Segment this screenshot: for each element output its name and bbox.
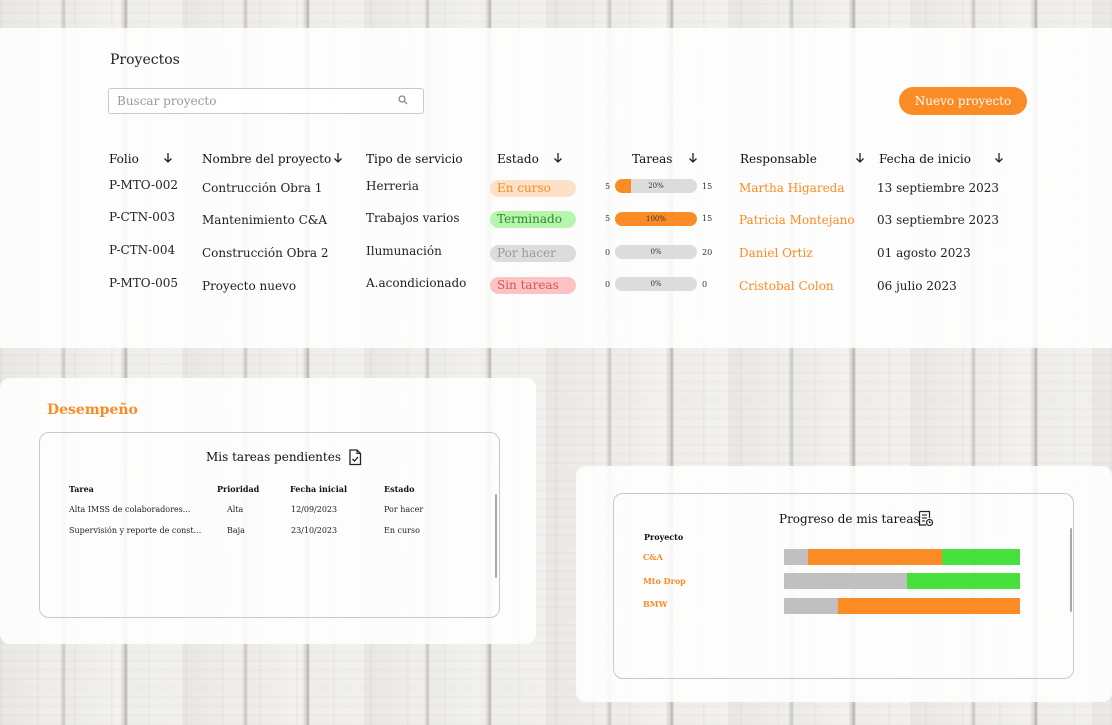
table-cell-name[interactable]: Proyecto nuevo (202, 279, 296, 293)
progress-percent: 100% (645, 215, 666, 223)
pending-header-date: Fecha inicial (290, 484, 348, 494)
tasks-total-count: 15 (702, 182, 713, 191)
table-cell-type: Herreria (366, 179, 419, 193)
progress-stacked-bar (784, 598, 1020, 614)
search-box[interactable] (108, 88, 424, 114)
table-cell-folio[interactable]: P-MTO-005 (109, 276, 178, 290)
segment-done (906, 573, 1020, 589)
task-progress-bar: 100% (615, 212, 697, 226)
progress-project-label[interactable]: Mto Drop (643, 576, 686, 586)
table-cell-type: Ilumunación (366, 244, 442, 258)
pending-task-priority: Baja (227, 526, 245, 535)
pending-task-date: 23/10/2023 (291, 526, 338, 535)
table-cell-name[interactable]: Construcción Obra 2 (202, 246, 329, 260)
header-start-date[interactable]: Fecha de inicio (879, 152, 971, 166)
sort-arrow-down-icon[interactable] (855, 152, 865, 164)
table-cell-name[interactable]: Contrucción Obra 1 (202, 181, 322, 195)
segment-pending (784, 573, 907, 589)
table-cell-start-date: 01 agosto 2023 (877, 246, 971, 260)
header-tasks[interactable]: Tareas (632, 152, 672, 166)
progress-stacked-bar (784, 549, 1020, 565)
performance-title: Desempeño (47, 402, 138, 418)
table-cell-folio[interactable]: P-CTN-004 (109, 243, 175, 257)
table-cell-name[interactable]: Mantenimiento C&A (202, 213, 327, 227)
pending-task-date: 12/09/2023 (291, 505, 338, 514)
header-status[interactable]: Estado (497, 152, 539, 166)
progress-percent: 20% (648, 182, 664, 190)
header-owner[interactable]: Responsable (740, 152, 817, 166)
status-badge: En curso (490, 180, 576, 197)
sort-arrow-down-icon[interactable] (333, 152, 343, 164)
header-type[interactable]: Tipo de servicio (366, 152, 463, 166)
status-badge: Por hacer (490, 245, 576, 262)
sort-arrow-down-icon[interactable] (163, 152, 173, 164)
pending-task-name[interactable]: Alta IMSS de colaboradores... (69, 505, 190, 514)
owner-link[interactable]: Martha Higareda (739, 181, 845, 195)
sort-arrow-down-icon[interactable] (688, 152, 698, 164)
status-badge: Terminado (490, 211, 576, 228)
page-title: Proyectos (110, 52, 180, 68)
segment-in-progress (807, 549, 943, 565)
pending-tasks-title: Mis tareas pendientes (206, 450, 341, 464)
tasks-total-count: 15 (702, 214, 713, 223)
pending-scrollbar[interactable] (495, 494, 497, 578)
pending-task-status: En curso (384, 526, 420, 535)
sort-arrow-down-icon[interactable] (994, 152, 1004, 164)
task-list-icon[interactable] (918, 510, 934, 527)
segment-pending (784, 598, 839, 614)
search-icon[interactable] (397, 94, 409, 106)
tasks-total-count: 20 (702, 248, 713, 257)
table-cell-start-date: 13 septiembre 2023 (877, 181, 1000, 195)
table-cell-type: Trabajos varios (366, 211, 460, 225)
header-name[interactable]: Nombre del proyecto (202, 152, 331, 166)
tasks-done-count: 0 (605, 248, 611, 257)
header-folio[interactable]: Folio (109, 152, 139, 166)
document-check-icon[interactable] (348, 449, 362, 466)
tasks-done-count: 5 (605, 214, 611, 223)
table-cell-folio[interactable]: P-MTO-002 (109, 178, 178, 192)
status-badge: Sin tareas (490, 277, 576, 294)
progress-project-label[interactable]: C&A (643, 552, 663, 562)
segment-in-progress (838, 598, 1020, 614)
pending-task-priority: Alta (227, 505, 244, 514)
new-project-button[interactable]: Nuevo proyecto (899, 87, 1027, 115)
progress-percent: 0% (650, 248, 662, 256)
tasks-done-count: 5 (605, 182, 611, 191)
table-cell-type: A.acondicionado (366, 276, 467, 290)
tasks-total-count: 0 (702, 280, 708, 289)
table-cell-start-date: 06 julio 2023 (877, 279, 957, 293)
search-input[interactable] (109, 89, 395, 113)
pending-header-priority: Prioridad (217, 484, 260, 494)
progress-header-project: Proyecto (644, 532, 684, 542)
task-progress-bar: 0% (615, 277, 697, 291)
table-cell-start-date: 03 septiembre 2023 (877, 213, 1000, 227)
segment-done (942, 549, 1020, 565)
pending-header-status: Estado (384, 484, 415, 494)
progress-scrollbar[interactable] (1070, 528, 1072, 612)
progress-percent: 0% (650, 280, 662, 288)
owner-link[interactable]: Cristobal Colon (739, 279, 834, 293)
owner-link[interactable]: Patricia Montejano (739, 213, 855, 227)
sort-arrow-down-icon[interactable] (553, 152, 563, 164)
progress-title: Progreso de mis tareas (779, 512, 920, 526)
pending-header-task: Tarea (69, 484, 94, 494)
segment-pending (784, 549, 808, 565)
pending-task-status: Por hacer (384, 505, 424, 514)
tasks-done-count: 0 (605, 280, 611, 289)
pending-task-name[interactable]: Supervisión y reporte de const... (69, 526, 201, 535)
progress-stacked-bar (784, 573, 1020, 589)
task-progress-bar: 0% (615, 245, 697, 259)
table-cell-folio[interactable]: P-CTN-003 (109, 210, 175, 224)
progress-project-label[interactable]: BMW (643, 599, 668, 609)
task-progress-bar: 20% (615, 179, 697, 193)
owner-link[interactable]: Daniel Ortiz (739, 246, 813, 260)
